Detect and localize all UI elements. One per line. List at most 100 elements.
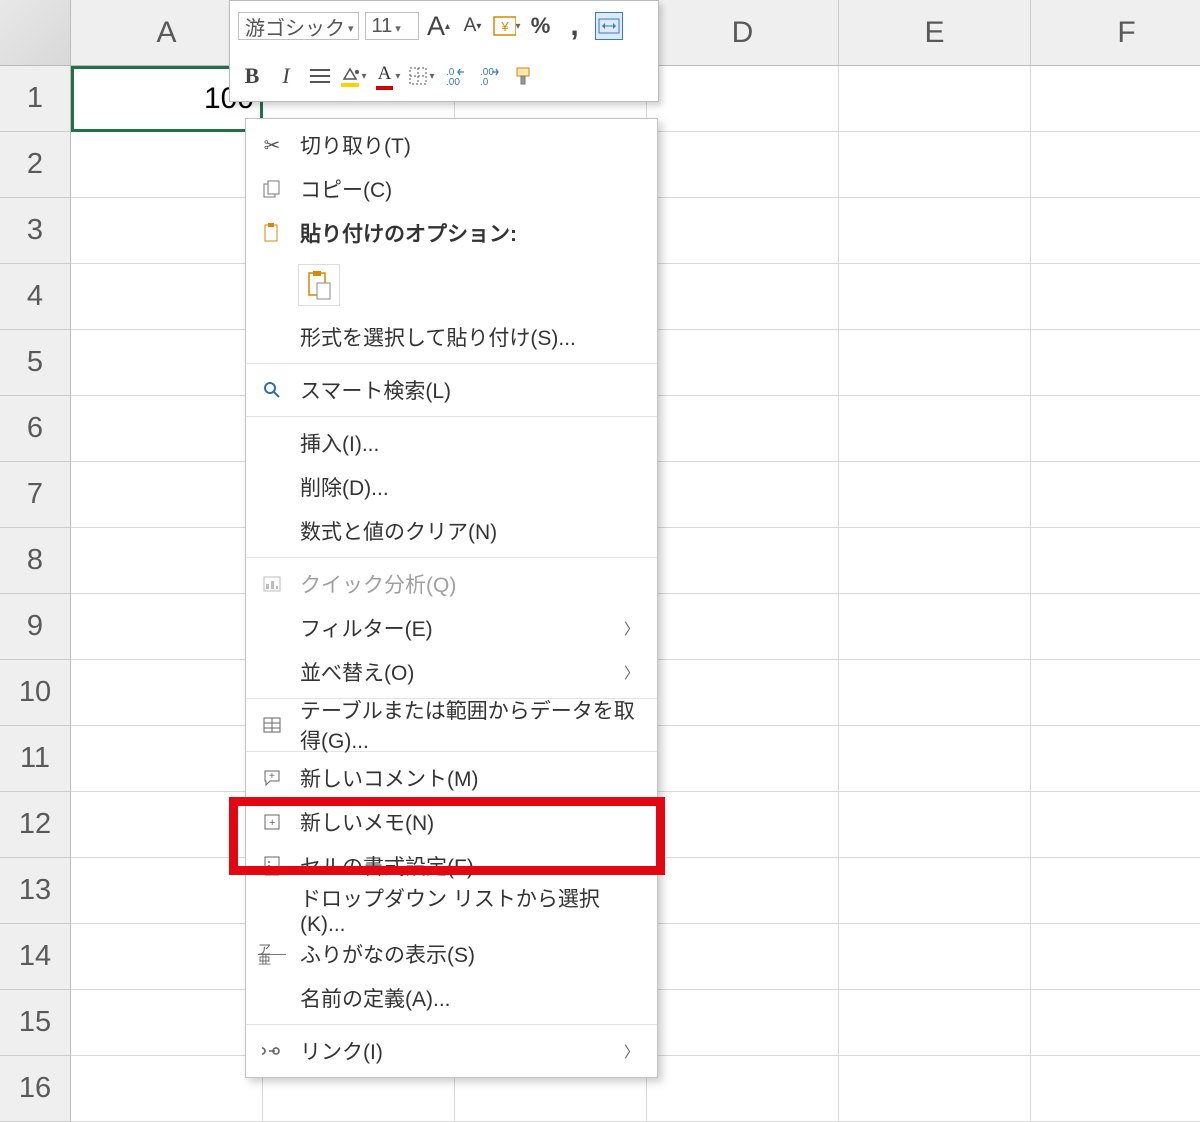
percent-icon[interactable]: % bbox=[527, 12, 555, 40]
italic-button[interactable]: I bbox=[272, 62, 300, 90]
menu-show-furigana[interactable]: ア亜 ふりがなの表示(S) bbox=[246, 932, 657, 976]
cell[interactable] bbox=[1031, 1056, 1200, 1122]
cell[interactable] bbox=[1031, 990, 1200, 1056]
cell[interactable] bbox=[647, 594, 839, 660]
cell[interactable] bbox=[839, 924, 1031, 990]
menu-smart-lookup[interactable]: スマート検索(L) bbox=[246, 368, 657, 412]
cell[interactable] bbox=[647, 990, 839, 1056]
menu-new-comment[interactable]: + 新しいコメント(M) bbox=[246, 756, 657, 800]
row-header-2[interactable]: 2 bbox=[0, 132, 71, 198]
cell[interactable] bbox=[839, 990, 1031, 1056]
cell[interactable] bbox=[647, 660, 839, 726]
row-header-1[interactable]: 1 bbox=[0, 66, 71, 132]
cell[interactable] bbox=[1031, 726, 1200, 792]
menu-define-name[interactable]: 名前の定義(A)... bbox=[246, 976, 657, 1020]
cell[interactable] bbox=[839, 1056, 1031, 1122]
menu-get-data[interactable]: テーブルまたは範囲からデータを取得(G)... bbox=[246, 703, 657, 747]
row-header-15[interactable]: 15 bbox=[0, 990, 71, 1056]
cell[interactable] bbox=[1031, 330, 1200, 396]
cell[interactable] bbox=[647, 792, 839, 858]
cell[interactable] bbox=[647, 264, 839, 330]
decrease-decimal-icon[interactable]: .00.0 bbox=[476, 62, 504, 90]
col-header-E[interactable]: E bbox=[839, 0, 1031, 66]
cell-E1[interactable] bbox=[839, 66, 1031, 132]
paste-default-button[interactable] bbox=[298, 264, 340, 306]
align-icon[interactable] bbox=[306, 62, 334, 90]
cell[interactable] bbox=[71, 594, 263, 660]
increase-decimal-icon[interactable]: .0.00 bbox=[442, 62, 470, 90]
col-header-F[interactable]: F bbox=[1031, 0, 1200, 66]
cell[interactable] bbox=[71, 726, 263, 792]
cell-D1[interactable] bbox=[647, 66, 839, 132]
cell[interactable] bbox=[647, 198, 839, 264]
cell[interactable] bbox=[647, 396, 839, 462]
borders-icon[interactable]: ▾ bbox=[408, 62, 436, 90]
cell-F1[interactable] bbox=[1031, 66, 1200, 132]
cell[interactable] bbox=[839, 594, 1031, 660]
cell[interactable] bbox=[839, 264, 1031, 330]
merge-center-icon[interactable] bbox=[595, 12, 623, 40]
accounting-format-icon[interactable]: ¥▾ bbox=[493, 12, 521, 40]
cell[interactable] bbox=[1031, 858, 1200, 924]
cell[interactable] bbox=[647, 330, 839, 396]
cell[interactable] bbox=[71, 264, 263, 330]
font-name-combo[interactable]: 游ゴシック bbox=[238, 12, 359, 40]
cell[interactable] bbox=[71, 660, 263, 726]
menu-link[interactable]: リンク(I) 〉 bbox=[246, 1029, 657, 1073]
cell[interactable] bbox=[71, 330, 263, 396]
menu-clear-contents[interactable]: 数式と値のクリア(N) bbox=[246, 509, 657, 553]
menu-sort[interactable]: 並べ替え(O) 〉 bbox=[246, 650, 657, 694]
cell[interactable] bbox=[71, 462, 263, 528]
row-header-6[interactable]: 6 bbox=[0, 396, 71, 462]
cell[interactable] bbox=[647, 726, 839, 792]
increase-font-icon[interactable]: A▴ bbox=[425, 12, 453, 40]
font-size-combo[interactable]: 11 bbox=[365, 12, 419, 40]
cell[interactable] bbox=[647, 858, 839, 924]
cell[interactable] bbox=[839, 726, 1031, 792]
menu-delete[interactable]: 削除(D)... bbox=[246, 465, 657, 509]
bold-button[interactable]: B bbox=[238, 62, 266, 90]
menu-paste-special[interactable]: 形式を選択して貼り付け(S)... bbox=[246, 315, 657, 359]
select-all-corner[interactable] bbox=[0, 0, 71, 66]
cell[interactable] bbox=[1031, 660, 1200, 726]
cell[interactable] bbox=[71, 198, 263, 264]
cell[interactable] bbox=[839, 792, 1031, 858]
menu-insert[interactable]: 挿入(I)... bbox=[246, 421, 657, 465]
cell[interactable] bbox=[71, 858, 263, 924]
row-header-14[interactable]: 14 bbox=[0, 924, 71, 990]
row-header-3[interactable]: 3 bbox=[0, 198, 71, 264]
cell[interactable] bbox=[839, 462, 1031, 528]
cell[interactable] bbox=[71, 396, 263, 462]
menu-copy[interactable]: コピー(C) bbox=[246, 167, 657, 211]
menu-new-note[interactable]: + 新しいメモ(N) bbox=[246, 800, 657, 844]
format-painter-icon[interactable] bbox=[510, 62, 538, 90]
cell[interactable] bbox=[647, 924, 839, 990]
cell[interactable] bbox=[839, 396, 1031, 462]
cell[interactable] bbox=[71, 132, 263, 198]
fill-color-icon[interactable]: ▾ bbox=[340, 62, 368, 90]
cell[interactable] bbox=[647, 1056, 839, 1122]
menu-filter[interactable]: フィルター(E) 〉 bbox=[246, 606, 657, 650]
cell[interactable] bbox=[839, 528, 1031, 594]
cell[interactable] bbox=[647, 462, 839, 528]
cell[interactable] bbox=[71, 1056, 263, 1122]
row-header-16[interactable]: 16 bbox=[0, 1056, 71, 1122]
cell[interactable] bbox=[1031, 264, 1200, 330]
cell[interactable] bbox=[1031, 594, 1200, 660]
decrease-font-icon[interactable]: A▾ bbox=[459, 12, 487, 40]
row-header-10[interactable]: 10 bbox=[0, 660, 71, 726]
cell[interactable] bbox=[71, 792, 263, 858]
row-header-12[interactable]: 12 bbox=[0, 792, 71, 858]
cell[interactable] bbox=[1031, 528, 1200, 594]
cell[interactable] bbox=[839, 330, 1031, 396]
cell[interactable] bbox=[839, 198, 1031, 264]
row-header-8[interactable]: 8 bbox=[0, 528, 71, 594]
row-header-9[interactable]: 9 bbox=[0, 594, 71, 660]
row-header-4[interactable]: 4 bbox=[0, 264, 71, 330]
row-header-5[interactable]: 5 bbox=[0, 330, 71, 396]
menu-cut[interactable]: ✂ 切り取り(T) bbox=[246, 123, 657, 167]
row-header-11[interactable]: 11 bbox=[0, 726, 71, 792]
cell[interactable] bbox=[1031, 462, 1200, 528]
cell[interactable] bbox=[839, 660, 1031, 726]
row-header-13[interactable]: 13 bbox=[0, 858, 71, 924]
